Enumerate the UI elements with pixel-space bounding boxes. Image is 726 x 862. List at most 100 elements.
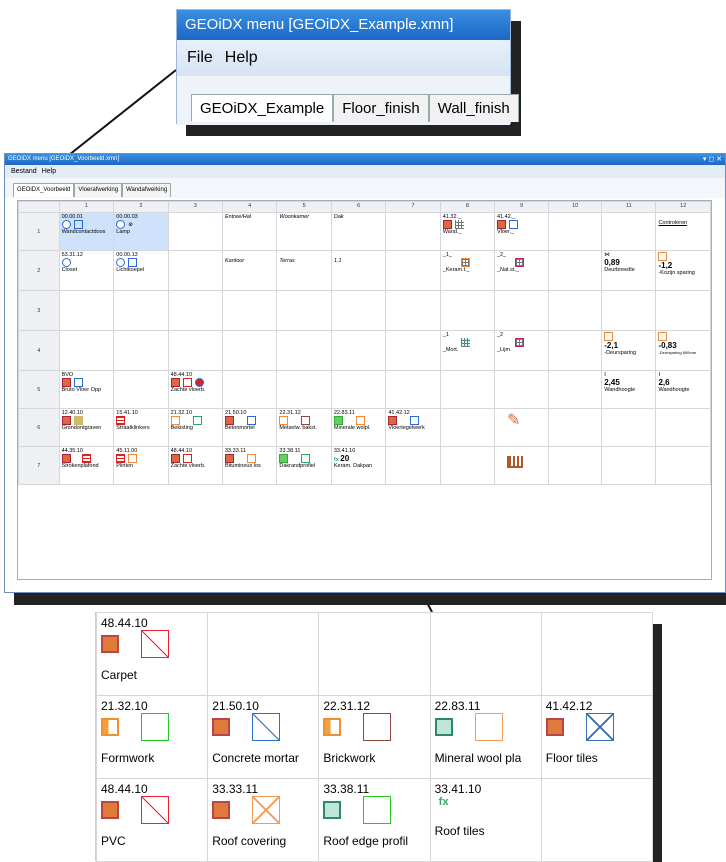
grid-cell[interactable] bbox=[439, 370, 495, 409]
zoom-cell[interactable]: 48.44.10 Carpet bbox=[95, 612, 209, 696]
grid-cell[interactable] bbox=[58, 290, 115, 331]
zoom-cell[interactable] bbox=[318, 612, 431, 696]
grid-cell[interactable] bbox=[548, 290, 603, 331]
grid-cell[interactable]: _2_ _Nat.st._ bbox=[493, 250, 550, 291]
grid-cell[interactable]: Dak bbox=[330, 212, 387, 251]
grid-cell[interactable]: _2 _Lijm. bbox=[493, 330, 550, 371]
grid-cell[interactable]: 15.41.10 Straatklinkers bbox=[113, 408, 169, 447]
zoom-cell[interactable]: 33.41.10 fx Roof tiles bbox=[429, 778, 542, 862]
grid-cell[interactable]: -1,2 -Kozijn sparing bbox=[655, 250, 711, 291]
grid-cell[interactable]: _1 _Mort. bbox=[439, 330, 495, 371]
grid-cell[interactable] bbox=[113, 330, 169, 371]
grid-cell[interactable] bbox=[601, 290, 657, 331]
grid-cell[interactable] bbox=[439, 290, 495, 331]
grid-cell[interactable]: BVO Bruto Vloer Opp bbox=[58, 370, 115, 409]
zoom-cell[interactable] bbox=[429, 612, 542, 696]
grid-cell[interactable] bbox=[330, 290, 387, 331]
tab-wandafwerking[interactable]: Wandafwerking bbox=[122, 183, 172, 197]
grid-cell[interactable] bbox=[601, 408, 657, 447]
grid-cell[interactable] bbox=[276, 370, 332, 409]
grid-cell[interactable]: 00.00.01 Wandcontactdoos bbox=[58, 212, 115, 251]
window-controls[interactable]: ▾ ◻ ✕ bbox=[703, 155, 722, 163]
grid-cell[interactable]: -0,83 -Deursparing 800mm bbox=[655, 330, 711, 371]
menu-help[interactable]: Help bbox=[225, 49, 258, 67]
grid-cell[interactable] bbox=[655, 446, 711, 485]
grid-cell[interactable] bbox=[113, 370, 169, 409]
grid-cell[interactable]: Controleren bbox=[655, 212, 711, 251]
tray-icon[interactable] bbox=[506, 456, 523, 468]
grid-cell[interactable] bbox=[113, 290, 169, 331]
grid-cell[interactable]: 44.35.10 Strokenplafond bbox=[58, 446, 115, 485]
grid-cell[interactable]: 12.40.10 Grondontgraven bbox=[58, 408, 115, 447]
grid-cell[interactable] bbox=[439, 446, 495, 485]
grid-cell[interactable]: 00.00.13 Lichtkoepel bbox=[113, 250, 169, 291]
menu-bestand[interactable]: Bestand bbox=[11, 168, 37, 175]
zoom-cell[interactable]: 22.31.12 Brickwork bbox=[318, 695, 431, 779]
grid-cell[interactable] bbox=[385, 370, 441, 409]
zoom-cell[interactable]: 41.42.12 Floor tiles bbox=[540, 695, 654, 779]
zoom-cell[interactable]: 33.38.11 Roof edge profil bbox=[318, 778, 431, 862]
tab-floor-finish[interactable]: Floor_finish bbox=[333, 94, 429, 122]
grid-cell[interactable]: Entree/Hal bbox=[221, 212, 278, 251]
grid-cell[interactable] bbox=[221, 330, 278, 371]
grid-cell[interactable] bbox=[548, 212, 603, 251]
grid-cell[interactable] bbox=[493, 290, 550, 331]
grid-cell[interactable] bbox=[167, 290, 224, 331]
grid-cell[interactable]: Terras bbox=[276, 250, 332, 291]
zoom-cell[interactable] bbox=[207, 612, 320, 696]
tab-vloerafwerking[interactable]: Vloerafwerking bbox=[74, 183, 123, 197]
grid-cell[interactable] bbox=[655, 290, 711, 331]
grid-cell[interactable] bbox=[276, 290, 332, 331]
grid-cell[interactable]: 41.42.12 Vloertegelwerk bbox=[385, 408, 441, 447]
grid-cell[interactable]: 48.44.10 Zachte vloerb. bbox=[167, 446, 224, 485]
grid-cell[interactable]: 33.33.11 Bitumineus los bbox=[221, 446, 278, 485]
grid-cell[interactable]: 00.00.03 ⊗ Lamp bbox=[113, 212, 169, 251]
grid-cell[interactable]: ✎ bbox=[493, 408, 550, 447]
grid-cell[interactable] bbox=[167, 212, 224, 251]
tab-geoidx-example[interactable]: GEOiDX_Example bbox=[191, 94, 334, 122]
grid-cell[interactable] bbox=[221, 290, 278, 331]
grid-cell[interactable]: 41.42._ Vloer._ bbox=[493, 212, 550, 251]
zoom-cell[interactable] bbox=[540, 612, 654, 696]
zoom-cell[interactable] bbox=[540, 778, 654, 862]
grid-cell[interactable] bbox=[167, 250, 224, 291]
grid-cell[interactable]: Woonkamer bbox=[276, 212, 332, 251]
grid-cell[interactable] bbox=[493, 446, 550, 485]
tab-wall-finish[interactable]: Wall_finish bbox=[428, 94, 519, 122]
zoom-cell[interactable]: 33.33.11 Roof covering bbox=[207, 778, 320, 862]
grid-cell[interactable] bbox=[58, 330, 115, 371]
tab-voorbeeld[interactable]: GEOiDX_Voorbeeld bbox=[13, 183, 75, 197]
grid-cell[interactable]: 21.32.10 Bekisting bbox=[167, 408, 224, 447]
grid-cell[interactable] bbox=[548, 446, 603, 485]
grid-cell[interactable]: 22.83.11 Minerale wolpl. bbox=[330, 408, 387, 447]
grid-cell[interactable]: Ⅰ 2,45 Wandhoogte bbox=[601, 370, 657, 409]
grid-cell[interactable]: 48.44.10 Zachte vloerb. bbox=[167, 370, 224, 409]
grid-cell[interactable]: 41.32._ Wand._ bbox=[439, 212, 495, 251]
grid-cell[interactable] bbox=[601, 212, 657, 251]
grid-cell[interactable] bbox=[385, 290, 441, 331]
grid-cell[interactable]: 21.50.10 Betonmortel bbox=[221, 408, 278, 447]
grid-cell[interactable] bbox=[385, 446, 441, 485]
zoom-cell[interactable]: 48.44.10 PVC bbox=[95, 778, 209, 862]
grid-cell[interactable] bbox=[330, 330, 387, 371]
grid-cell[interactable]: _1_ _Keram.t._ bbox=[439, 250, 495, 291]
menu-file[interactable]: File bbox=[187, 49, 213, 67]
grid-cell[interactable] bbox=[385, 330, 441, 371]
zoom-cell[interactable]: 21.32.10 Formwork bbox=[95, 695, 209, 779]
grid-cell[interactable] bbox=[221, 370, 278, 409]
grid-cell[interactable]: 33.38.11 Dakrandprofiel bbox=[276, 446, 332, 485]
controleren-link[interactable]: Controleren bbox=[658, 220, 687, 226]
grid-cell[interactable]: 53.31.12 Closet bbox=[58, 250, 115, 291]
grid-cell[interactable] bbox=[655, 408, 711, 447]
grid-cell[interactable] bbox=[276, 330, 332, 371]
grid-cell[interactable]: 1.1 bbox=[330, 250, 387, 291]
grid-cell[interactable] bbox=[601, 446, 657, 485]
grid-cell[interactable]: Ⅰ 2,6 Wandhoogte bbox=[655, 370, 711, 409]
grid-cell[interactable] bbox=[330, 370, 387, 409]
grid-cell[interactable] bbox=[439, 408, 495, 447]
grid-cell[interactable]: Kantoor bbox=[221, 250, 278, 291]
grid-cell[interactable]: 33.41.10 fx 20 Keram. Dakpan bbox=[330, 446, 387, 485]
grid-cell[interactable] bbox=[548, 408, 603, 447]
grid-cell[interactable]: 22.31.12 Metselw. bakst. bbox=[276, 408, 332, 447]
grid-cell[interactable] bbox=[548, 330, 603, 371]
